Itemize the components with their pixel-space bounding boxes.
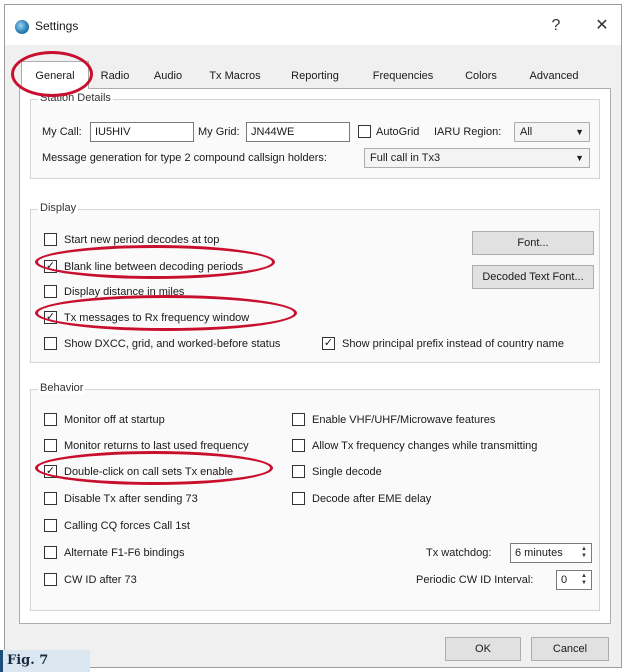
tab-general[interactable]: General <box>21 61 89 89</box>
calling-cq-checkbox[interactable] <box>44 519 57 532</box>
title-bar: Settings ? ✕ <box>5 5 621 45</box>
blank-line-checkbox[interactable]: ✓ <box>44 260 57 273</box>
tab-audio[interactable]: Audio <box>143 65 193 87</box>
help-button[interactable]: ? <box>541 16 571 36</box>
periodic-cw-id-label: Periodic CW ID Interval: <box>416 574 534 586</box>
tab-radio[interactable]: Radio <box>91 65 139 87</box>
cancel-button[interactable]: Cancel <box>531 637 609 661</box>
message-generation-value: Full call in Tx3 <box>370 152 441 164</box>
double-click-checkbox[interactable]: ✓ <box>44 465 57 478</box>
blank-line-label: Blank line between decoding periods <box>64 261 244 273</box>
my-grid-label: My Grid: <box>198 126 240 138</box>
station-details-title: Station Details <box>38 92 113 104</box>
show-dxcc-checkbox[interactable] <box>44 337 57 350</box>
start-new-label: Start new period decodes at top <box>64 234 220 246</box>
display-title: Display <box>38 202 79 214</box>
behavior-title: Behavior <box>38 382 86 394</box>
iaru-region-value: All <box>520 126 533 138</box>
distance-miles-checkbox[interactable] <box>44 285 57 298</box>
message-generation-label: Message generation for type 2 compound c… <box>42 152 327 164</box>
tab-frequencies[interactable]: Frequencies <box>359 65 447 87</box>
disable-tx-checkbox[interactable] <box>44 492 57 505</box>
alternate-f1-label: Alternate F1-F6 bindings <box>64 547 185 559</box>
spin-arrows-icon[interactable]: ▲ ▼ <box>579 573 589 587</box>
message-generation-select[interactable]: Full call in Tx3 ▼ <box>364 148 590 168</box>
tx-watchdog-label: Tx watchdog: <box>426 547 492 559</box>
cw-id-checkbox[interactable] <box>44 573 57 586</box>
enable-vhf-label: Enable VHF/UHF/Microwave features <box>312 414 496 426</box>
my-grid-input[interactable]: JN44WE <box>246 122 350 142</box>
tab-colors[interactable]: Colors <box>453 65 509 87</box>
allow-tx-freq-checkbox[interactable] <box>292 439 305 452</box>
alternate-f1-checkbox[interactable] <box>44 546 57 559</box>
tab-reporting[interactable]: Reporting <box>277 65 353 87</box>
decoded-text-font-button[interactable]: Decoded Text Font... <box>472 265 594 289</box>
monitor-off-label: Monitor off at startup <box>64 414 165 426</box>
tab-advanced[interactable]: Advanced <box>515 65 593 87</box>
autogrid-label: AutoGrid <box>376 126 420 138</box>
periodic-cw-id-spinbox[interactable]: 0 ▲ ▼ <box>556 570 592 590</box>
close-icon[interactable]: ✕ <box>587 16 617 36</box>
show-dxcc-label: Show DXCC, grid, and worked-before statu… <box>64 338 281 350</box>
single-decode-label: Single decode <box>312 466 382 478</box>
my-call-label: My Call: <box>42 126 82 138</box>
tx-watchdog-spinbox[interactable]: 6 minutes ▲ ▼ <box>510 543 592 563</box>
single-decode-checkbox[interactable] <box>292 465 305 478</box>
disable-tx-label: Disable Tx after sending 73 <box>64 493 198 505</box>
ok-button[interactable]: OK <box>445 637 521 661</box>
periodic-cw-id-value: 0 <box>561 574 568 586</box>
app-icon <box>15 20 29 34</box>
monitor-returns-checkbox[interactable] <box>44 439 57 452</box>
decode-eme-checkbox[interactable] <box>292 492 305 505</box>
allow-tx-freq-label: Allow Tx frequency changes while transmi… <box>312 440 538 452</box>
distance-miles-label: Display distance in miles <box>64 286 185 298</box>
iaru-region-select[interactable]: All ▼ <box>514 122 590 142</box>
tx-messages-checkbox[interactable]: ✓ <box>44 311 57 324</box>
my-call-input[interactable]: IU5HIV <box>90 122 194 142</box>
enable-vhf-checkbox[interactable] <box>292 413 305 426</box>
tab-tx-macros[interactable]: Tx Macros <box>199 65 271 87</box>
chevron-down-icon: ▼ <box>575 153 584 163</box>
figure-caption: Fig. 7 <box>0 650 90 672</box>
tx-messages-label: Tx messages to Rx frequency window <box>64 312 250 324</box>
double-click-label: Double-click on call sets Tx enable <box>64 466 234 478</box>
autogrid-checkbox[interactable] <box>358 125 371 138</box>
monitor-off-checkbox[interactable] <box>44 413 57 426</box>
principal-prefix-label: Show principal prefix instead of country… <box>342 338 564 350</box>
chevron-down-icon: ▼ <box>575 127 584 137</box>
window-title: Settings <box>35 19 79 33</box>
settings-window: Settings ? ✕ General Radio Audio Tx Macr… <box>4 4 622 668</box>
tx-watchdog-value: 6 minutes <box>515 547 563 559</box>
tab-bar: General Radio Audio Tx Macros Reporting … <box>19 59 609 89</box>
cw-id-label: CW ID after 73 <box>64 574 137 586</box>
font-button[interactable]: Font... <box>472 231 594 255</box>
general-panel: Station Details My Call: IU5HIV My Grid:… <box>19 88 611 624</box>
calling-cq-label: Calling CQ forces Call 1st <box>64 520 190 532</box>
start-new-checkbox[interactable] <box>44 233 57 246</box>
iaru-region-label: IARU Region: <box>434 126 502 138</box>
principal-prefix-checkbox[interactable]: ✓ <box>322 337 335 350</box>
monitor-returns-label: Monitor returns to last used frequency <box>64 440 249 452</box>
spin-arrows-icon[interactable]: ▲ ▼ <box>579 546 589 560</box>
decode-eme-label: Decode after EME delay <box>312 493 432 505</box>
